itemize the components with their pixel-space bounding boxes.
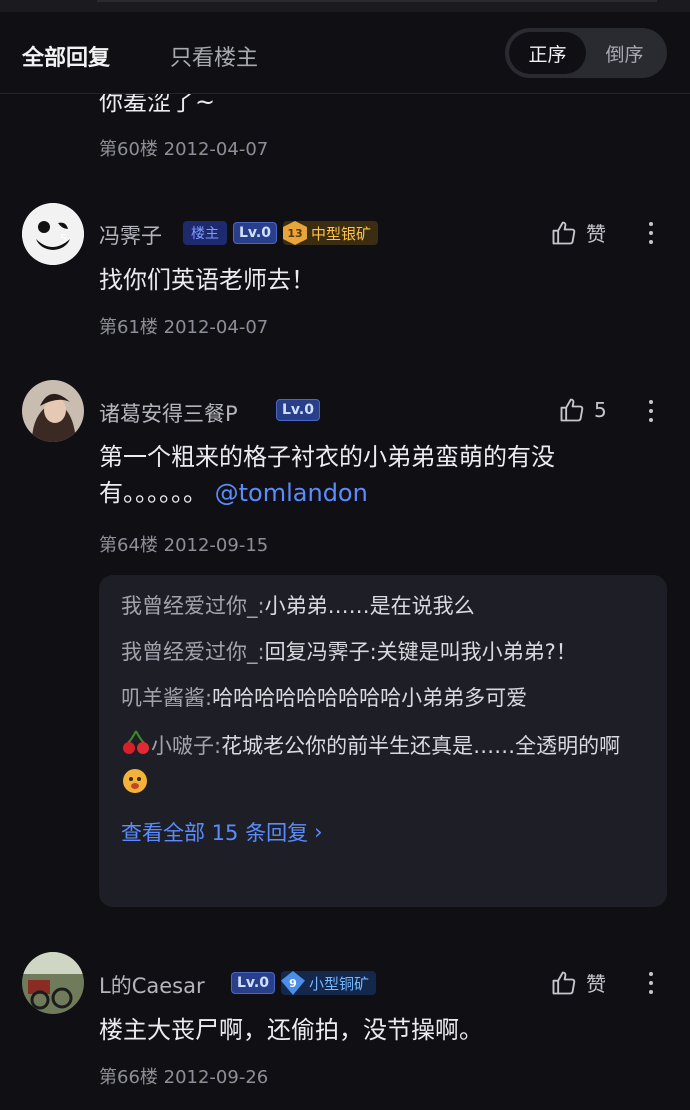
post-text: 找你们英语老师去！	[99, 266, 315, 294]
username[interactable]: L的Caesar	[99, 970, 205, 1000]
previous-content-edge	[0, 0, 690, 12]
owner-badge: 楼主	[183, 221, 227, 245]
mine-level-icon: 13	[282, 221, 307, 245]
like-button[interactable]: 赞	[550, 968, 606, 997]
avatar[interactable]	[22, 380, 84, 442]
cherry-icon	[121, 727, 151, 767]
mine-label: 小型铜矿	[308, 974, 369, 993]
like-count: 赞	[586, 222, 606, 246]
chevron-right-icon: ›	[314, 820, 323, 844]
reply-text: 小弟弟……是在说我么	[264, 594, 475, 618]
reply-item: 小啵子:花城老公你的前半生还真是……全透明的啊	[121, 727, 645, 805]
thumbs-up-icon	[560, 398, 584, 422]
user-badges: Lv.0	[276, 399, 320, 421]
like-button[interactable]: 5	[558, 396, 607, 424]
username[interactable]: 诸葛安得三餐P	[99, 398, 238, 428]
username[interactable]: 冯霁子	[99, 220, 162, 250]
level-badge: Lv.0	[276, 399, 320, 421]
like-button[interactable]: 赞	[550, 218, 606, 247]
thumbs-up-icon	[552, 971, 576, 994]
reply-author[interactable]: 叽羊酱酱:	[121, 686, 212, 710]
post-floor-date: 第66楼 2012-09-26	[99, 1067, 269, 1088]
avatar[interactable]	[22, 952, 84, 1014]
post-floor-date: 第60楼 2012-04-07	[99, 139, 269, 160]
user-badges: Lv.0 9 小型铜矿	[231, 971, 376, 995]
reply-text: 回复冯霁子:关键是叫我小弟弟?！	[264, 640, 577, 664]
reply-text: 花城老公你的前半生还真是……全透明的啊	[221, 734, 621, 758]
more-options-icon[interactable]	[644, 972, 658, 994]
avatar[interactable]: 5	[22, 203, 84, 265]
mention-link[interactable]: @tomlandon	[215, 479, 368, 507]
sort-toggle-overlay: 正序 倒序	[505, 28, 667, 78]
mine-label: 中型银矿	[310, 224, 371, 243]
level-badge: Lv.0	[231, 972, 275, 994]
reply-author[interactable]: 小啵子:	[151, 734, 221, 758]
emoji-sticker-icon	[121, 767, 149, 805]
post-text: 楼主大丧尸啊，还偷拍，没节操啊。	[99, 1016, 483, 1044]
like-count: 5	[594, 398, 607, 422]
post-floor-date: 第64楼 2012-09-15	[99, 535, 269, 556]
reply-item: 我曾经爱过你_:回复冯霁子:关键是叫我小弟弟?！	[121, 635, 645, 669]
sort-asc[interactable]: 正序	[509, 32, 586, 74]
reply-item: 叽羊酱酱:哈哈哈哈哈哈哈哈哈小弟弟多可爱	[121, 681, 645, 715]
more-options-icon[interactable]	[644, 222, 658, 244]
tab-all-replies-label[interactable]: 全部回复	[22, 40, 110, 72]
view-all-replies-label: 查看全部 15 条回复	[121, 821, 309, 845]
tab-op-only-label[interactable]: 只看楼主	[170, 40, 258, 72]
svg-text:5: 5	[60, 232, 68, 246]
reply-author[interactable]: 我曾经爱过你_:	[121, 594, 265, 618]
mine-badge: 13 中型银矿	[282, 221, 378, 245]
reply-text: 哈哈哈哈哈哈哈哈哈小弟弟多可爱	[212, 686, 528, 710]
mine-badge: 9 小型铜矿	[280, 971, 376, 995]
thumbs-up-icon	[552, 221, 576, 244]
mine-level-icon: 9	[280, 971, 305, 995]
more-options-icon[interactable]	[644, 400, 658, 422]
post-floor-date: 第61楼 2012-04-07	[99, 317, 269, 338]
user-badges: 楼主 Lv.0 13 中型银矿	[183, 221, 378, 245]
view-all-replies-link[interactable]: 查看全部 15 条回复 ›	[121, 817, 645, 847]
post-text: 第一个粗来的格子衬衣的小弟弟蛮萌的有没有。。。。。。 @tomlandon	[99, 439, 659, 511]
reply-item: 我曾经爱过你_:小弟弟……是在说我么	[121, 589, 645, 623]
reply-author[interactable]: 我曾经爱过你_:	[121, 640, 265, 664]
like-count: 赞	[586, 972, 606, 996]
level-badge: Lv.0	[233, 222, 277, 244]
sort-desc[interactable]: 倒序	[586, 32, 663, 74]
reply-preview-box[interactable]: 我曾经爱过你_:小弟弟……是在说我么 我曾经爱过你_:回复冯霁子:关键是叫我小弟…	[99, 575, 667, 907]
